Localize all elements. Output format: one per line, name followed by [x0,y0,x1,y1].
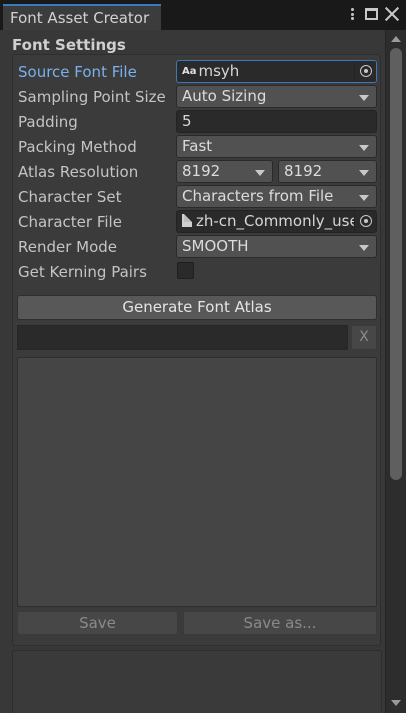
tab-bar: Font Asset Creator [0,0,406,30]
atlas-resolution-label: Atlas Resolution [18,163,139,181]
row-get-kerning-pairs: Get Kerning Pairs [0,260,384,285]
atlas-preview-panel [12,650,382,713]
maximize-icon[interactable] [365,8,378,20]
chevron-down-icon [359,145,369,151]
save-button[interactable]: Save [17,611,178,635]
window-controls [345,6,400,22]
kebab-menu-icon[interactable] [345,6,359,22]
font-asset-icon: Aa [182,66,197,77]
scrollbar-thumb[interactable] [390,48,402,480]
chevron-down-icon [359,195,369,201]
chevron-down-icon [255,170,265,176]
character-set-label: Character Set [18,188,122,206]
render-mode-label: Render Mode [18,238,118,256]
generate-font-atlas-button[interactable]: Generate Font Atlas [17,295,377,320]
scroll-up-icon[interactable] [391,36,401,42]
atlas-height-dropdown[interactable]: 8192 [278,160,377,183]
text-file-icon [182,214,192,227]
character-set-value: Characters from File [182,187,334,205]
packing-method-value: Fast [182,137,213,155]
character-file-field[interactable]: zh-cn_Commonly_used [176,210,377,233]
save-as-label: Save as... [243,614,317,632]
tab-font-asset-creator[interactable]: Font Asset Creator [3,4,161,30]
source-font-file-value: msyh [198,62,240,80]
character-file-label: Character File [18,213,122,231]
atlas-width-dropdown[interactable]: 8192 [176,160,273,183]
padding-input[interactable]: 5 [176,110,377,133]
cancel-generation-button[interactable]: X [351,325,377,350]
sampling-point-size-label: Sampling Point Size [18,88,166,106]
tab-title: Font Asset Creator [10,9,150,27]
chevron-down-icon [359,245,369,251]
output-log-area[interactable] [17,357,377,607]
source-font-file-label: Source Font File [18,63,137,81]
row-packing-method: Packing Method Fast [0,135,384,160]
source-font-file-field[interactable]: Aa msyh [176,60,377,83]
scroll-down-icon[interactable] [391,700,401,706]
row-character-file: Character File zh-cn_Commonly_used [0,210,384,235]
save-as-button[interactable]: Save as... [183,611,377,635]
character-set-dropdown[interactable]: Characters from File [176,185,377,208]
packing-method-dropdown[interactable]: Fast [176,135,377,158]
chevron-down-icon [359,170,369,176]
get-kerning-pairs-checkbox[interactable] [177,262,194,279]
vertical-scrollbar[interactable] [385,30,406,713]
row-padding: Padding 5 [0,110,384,135]
render-mode-dropdown[interactable]: SMOOTH [176,235,377,258]
packing-method-label: Packing Method [18,138,137,156]
row-atlas-resolution: Atlas Resolution 8192 8192 [0,160,384,185]
atlas-width-value: 8192 [182,162,221,180]
sampling-point-size-dropdown[interactable]: Auto Sizing [176,85,377,108]
window-content: Font Settings Source Font File Aa msyh Sa… [0,30,406,713]
atlas-height-value: 8192 [284,162,323,180]
section-title: Font Settings [12,36,126,54]
generation-progress-bar [17,325,348,350]
chevron-down-icon [359,95,369,101]
row-render-mode: Render Mode SMOOTH [0,235,384,260]
render-mode-value: SMOOTH [182,237,249,255]
padding-label: Padding [18,113,78,131]
row-source-font-file: Source Font File Aa msyh [0,60,384,85]
padding-value: 5 [182,112,192,130]
close-icon[interactable] [384,6,400,22]
get-kerning-pairs-label: Get Kerning Pairs [18,263,147,281]
object-picker-icon[interactable] [354,211,376,232]
row-sampling-point-size: Sampling Point Size Auto Sizing [0,85,384,110]
object-picker-icon[interactable] [354,61,376,82]
save-label: Save [79,614,116,632]
generate-font-atlas-label: Generate Font Atlas [122,298,272,316]
character-file-value: zh-cn_Commonly_used [196,212,369,230]
cancel-label: X [359,329,369,345]
sampling-point-size-value: Auto Sizing [182,87,267,105]
row-character-set: Character Set Characters from File [0,185,384,210]
